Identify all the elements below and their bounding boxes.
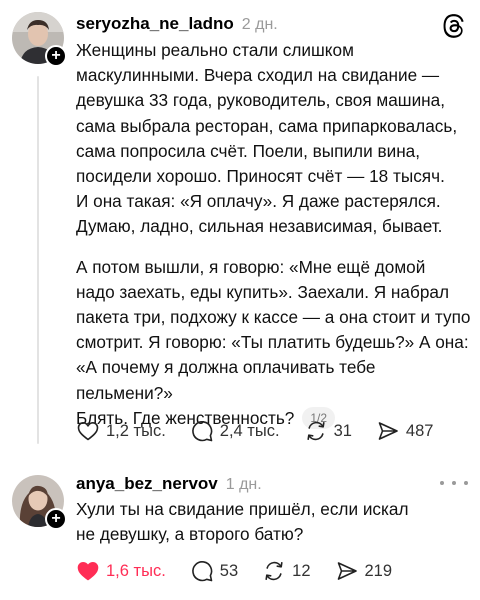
post-paragraph-text: А потом вышли, я говорю: «Мне ещё домой … (76, 256, 471, 428)
like-button[interactable]: 1,2 тыс. (76, 419, 166, 443)
post-actions: 1,2 тыс. 2,4 тыс. 31 487 (76, 417, 457, 445)
like-button[interactable]: 1,6 тыс. (76, 559, 166, 583)
post-actions: 1,6 тыс. 53 12 219 (76, 557, 416, 585)
reply-count: 53 (219, 561, 239, 580)
repost-count: 31 (333, 421, 352, 440)
post-paragraph: А потом вышли, я говорю: «Мне ещё домой … (76, 255, 474, 431)
repost-icon (306, 421, 325, 441)
more-icon-dot (452, 481, 456, 485)
share-button[interactable]: 487 (376, 419, 434, 443)
heart-filled-icon (77, 562, 99, 581)
like-count: 1,6 тыс. (106, 561, 166, 580)
comment-icon (191, 561, 213, 582)
reply-count: 2,4 тыс. (219, 421, 280, 440)
post-paragraph: Женщины реально стали слишком маскулинны… (76, 40, 458, 237)
post-header: seryozha_ne_ladno 2 дн. (76, 14, 278, 34)
repost-icon (265, 561, 283, 581)
post-paragraph: Хули ты на свидание пришёл, если искал н… (76, 499, 409, 545)
reply-button[interactable]: 2,4 тыс. (190, 419, 280, 443)
post-body: Женщины реально стали слишком маскулинны… (76, 38, 474, 431)
heart-icon (77, 422, 99, 441)
repost-count: 12 (292, 561, 311, 580)
share-count: 487 (405, 421, 434, 440)
post-header: anya_bez_nervov 1 дн. (76, 474, 262, 494)
follow-plus-button[interactable]: + (45, 45, 67, 67)
reply-post: + anya_bez_nervov 1 дн. Хули ты на свида… (0, 455, 480, 600)
username[interactable]: seryozha_ne_ladno (76, 14, 234, 34)
post-body: Хули ты на свидание пришёл, если искал н… (76, 497, 474, 547)
repost-button[interactable]: 12 (262, 559, 311, 583)
post-time: 1 дн. (225, 476, 262, 493)
repost-button[interactable]: 31 (304, 419, 352, 443)
avatar-container[interactable]: + (12, 475, 67, 530)
more-icon[interactable] (440, 475, 468, 491)
share-count: 219 (364, 561, 393, 580)
post-time: 2 дн. (241, 16, 278, 33)
comment-icon (191, 421, 213, 442)
thread-post: + seryozha_ne_ladno 2 дн. Женщины реальн… (0, 0, 480, 455)
follow-plus-button[interactable]: + (45, 508, 67, 530)
more-icon-dot (440, 481, 444, 485)
send-icon (378, 422, 398, 440)
share-button[interactable]: 219 (335, 559, 393, 583)
threads-logo-icon (442, 14, 466, 38)
like-count: 1,2 тыс. (106, 421, 166, 440)
send-icon (337, 562, 357, 580)
reply-button[interactable]: 53 (190, 559, 238, 583)
avatar-container[interactable]: + (12, 12, 67, 67)
username[interactable]: anya_bez_nervov (76, 474, 218, 494)
thread-connector-line (37, 76, 39, 444)
more-icon-dot (464, 481, 468, 485)
